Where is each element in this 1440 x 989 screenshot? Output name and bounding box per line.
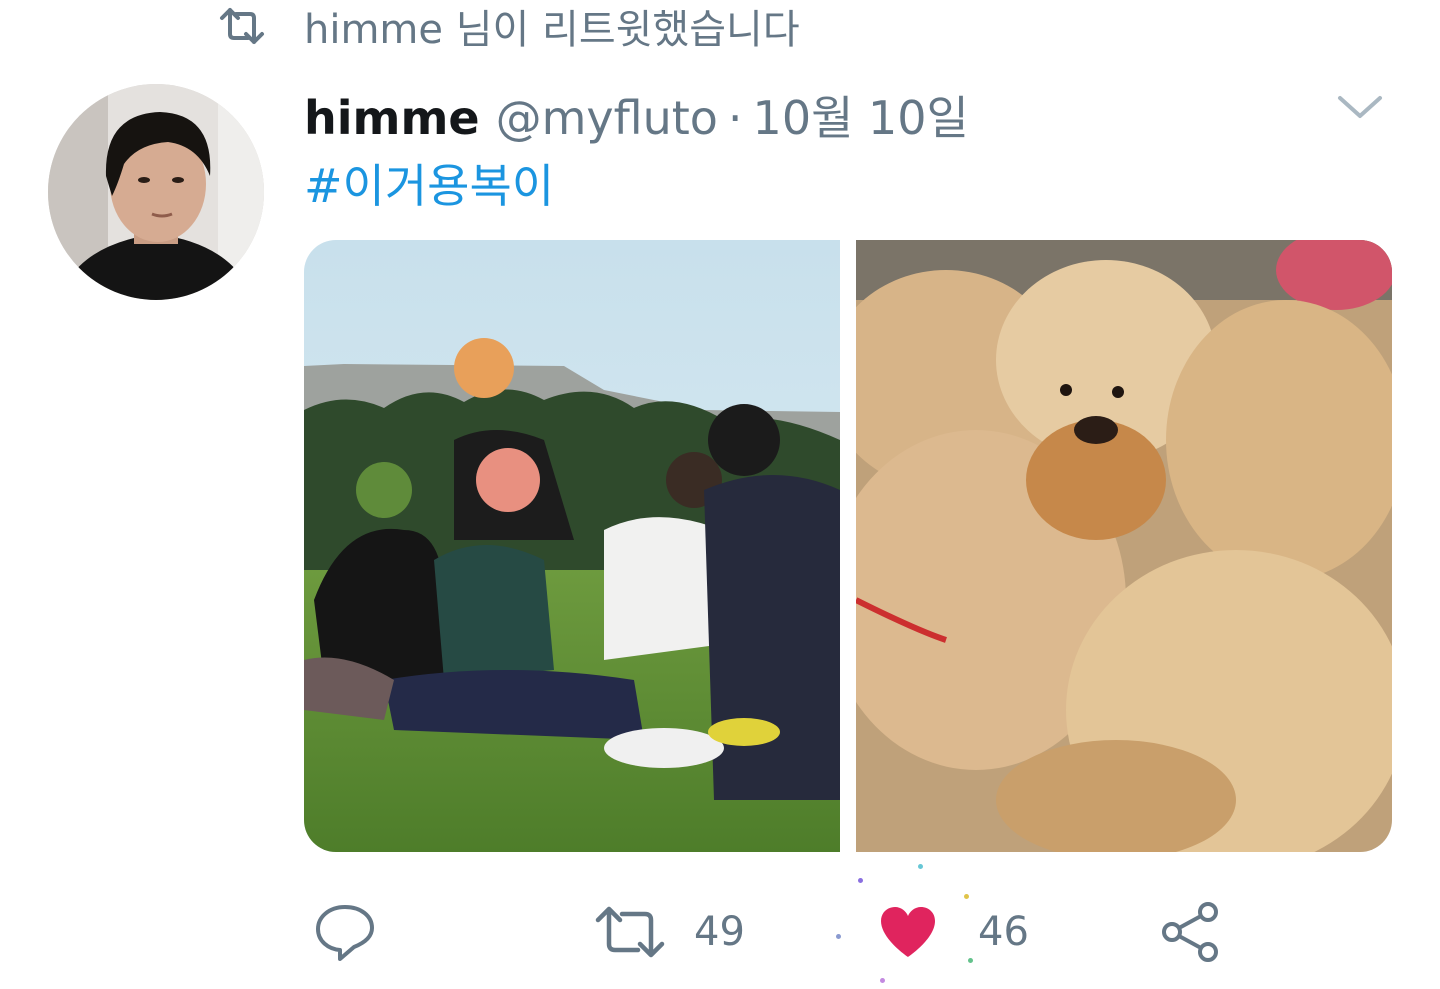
share-icon xyxy=(1162,902,1218,962)
retweet-context-text: himme 님이 리트윗했습니다 xyxy=(304,7,800,53)
like-count: 46 xyxy=(978,909,1029,955)
retweet-button[interactable]: 49 xyxy=(594,900,745,964)
media-photo-puppies[interactable] xyxy=(856,240,1392,852)
media-grid xyxy=(304,240,1392,852)
reply-button[interactable] xyxy=(314,900,376,964)
retweet-count: 49 xyxy=(694,909,745,955)
media-photo-group[interactable] xyxy=(304,240,840,852)
like-sparkle xyxy=(968,958,973,963)
retweet-icon xyxy=(595,906,665,958)
separator-dot: · xyxy=(727,91,743,145)
retweet-context: himme 님이 리트윗했습니다 xyxy=(218,0,800,53)
share-button[interactable] xyxy=(1158,900,1222,964)
like-sparkle xyxy=(964,894,969,899)
chevron-down-icon[interactable] xyxy=(1334,88,1386,124)
user-handle[interactable]: @myfluto xyxy=(496,91,718,145)
group-photo-image xyxy=(304,240,840,852)
avatar-image xyxy=(48,84,264,300)
display-name[interactable]: himme xyxy=(304,91,480,145)
like-button[interactable]: 46 xyxy=(878,900,1029,964)
reply-icon xyxy=(316,905,374,961)
tweet-date[interactable]: 10월 10일 xyxy=(753,82,969,148)
tweet-actions: 49 46 xyxy=(304,880,1404,980)
heart-icon xyxy=(881,907,935,957)
avatar[interactable] xyxy=(48,84,264,300)
hashtag-link[interactable]: #이거용복이 xyxy=(304,150,554,216)
tweet-header: himme @myfluto · 10월 10일 xyxy=(304,82,969,145)
like-sparkle xyxy=(858,878,863,883)
like-sparkle xyxy=(918,864,923,869)
tweet[interactable]: himme 님이 리트윗했습니다 himme @myfluto · 10월 10… xyxy=(0,0,1440,989)
retweet-icon xyxy=(220,8,264,44)
like-sparkle xyxy=(880,978,885,983)
puppies-photo-image xyxy=(856,240,1392,852)
like-sparkle xyxy=(836,934,841,939)
